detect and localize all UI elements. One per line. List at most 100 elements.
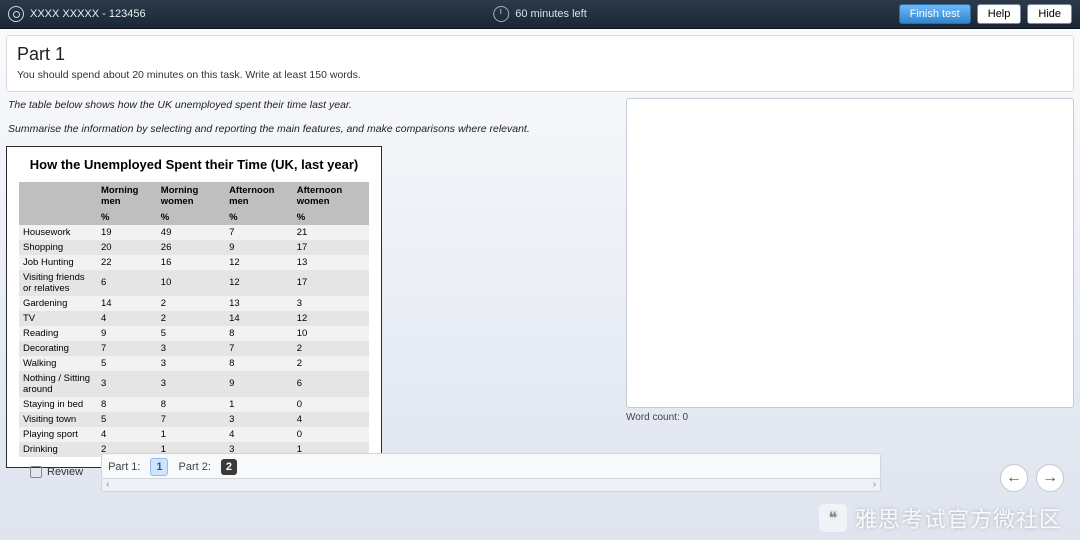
nav-part1-label: Part 1: [108,461,140,473]
value-cell: 1 [157,427,225,442]
nav-question-1[interactable]: 1 [150,458,168,476]
table-row: Housework1949721 [19,225,369,240]
table-row: Job Hunting22161213 [19,255,369,270]
user-icon [8,6,24,22]
table-row: Gardening142133 [19,296,369,311]
watermark-text: 雅思考试官方微社区 [855,502,1062,534]
value-cell: 7 [225,225,293,240]
value-cell: 16 [157,255,225,270]
value-cell: 5 [97,356,157,371]
value-cell: 7 [97,341,157,356]
instruction-panel: Part 1 You should spend about 20 minutes… [6,35,1074,92]
scroll-left-icon: ‹ [106,479,109,490]
value-cell: 9 [97,326,157,341]
col-header: Afternoon women [293,182,369,210]
answer-textarea[interactable] [626,98,1074,408]
value-cell: 20 [97,240,157,255]
page-arrows: ← → [1000,464,1064,492]
unit-header: % [225,210,293,225]
clock-icon [493,6,509,22]
value-cell: 0 [293,397,369,412]
activity-cell: Playing sport [19,427,97,442]
value-cell: 2 [157,296,225,311]
unit-header: % [293,210,369,225]
activity-cell: Job Hunting [19,255,97,270]
help-button[interactable]: Help [977,4,1022,24]
table-row: Walking5382 [19,356,369,371]
table-row: Reading95810 [19,326,369,341]
value-cell: 3 [157,341,225,356]
table-title: How the Unemployed Spent their Time (UK,… [19,157,369,172]
table-row: Visiting town5734 [19,412,369,427]
value-cell: 13 [293,255,369,270]
col-header [19,182,97,210]
value-cell: 5 [157,326,225,341]
value-cell: 4 [97,311,157,326]
value-cell: 8 [225,326,293,341]
value-cell: 2 [293,341,369,356]
data-table: Morning menMorning womenAfternoon menAft… [19,182,369,457]
value-cell: 3 [157,371,225,397]
prev-arrow-button[interactable]: ← [1000,464,1028,492]
content-area: The table below shows how the UK unemplo… [6,98,1074,468]
review-toggle[interactable]: Review [30,466,83,478]
value-cell: 19 [97,225,157,240]
value-cell: 10 [293,326,369,341]
word-count-value: 0 [683,412,689,423]
hide-button[interactable]: Hide [1027,4,1072,24]
finish-test-button[interactable]: Finish test [899,4,971,24]
activity-cell: Gardening [19,296,97,311]
table-row: Nothing / Sitting around3396 [19,371,369,397]
value-cell: 0 [293,427,369,442]
activity-cell: Visiting town [19,412,97,427]
nav-question-2[interactable]: 2 [221,459,237,475]
col-header: Afternoon men [225,182,293,210]
value-cell: 49 [157,225,225,240]
activity-cell: Reading [19,326,97,341]
table-row: Staying in bed8810 [19,397,369,412]
value-cell: 4 [97,427,157,442]
table-row: Decorating7372 [19,341,369,356]
activity-cell: Shopping [19,240,97,255]
col-header: Morning men [97,182,157,210]
user-label: XXXX XXXXX - 123456 [30,0,146,28]
watermark: ❝ 雅思考试官方微社区 [819,502,1062,534]
timer: 60 minutes left [493,6,587,22]
value-cell: 4 [293,412,369,427]
value-cell: 12 [225,270,293,296]
table-row: TV421412 [19,311,369,326]
next-arrow-button[interactable]: → [1036,464,1064,492]
scroll-right-icon: › [873,479,876,490]
value-cell: 9 [225,240,293,255]
value-cell: 6 [293,371,369,397]
value-cell: 26 [157,240,225,255]
part-instructions: You should spend about 20 minutes on thi… [17,69,1063,81]
unit-header: % [157,210,225,225]
value-cell: 13 [225,296,293,311]
timer-text: 60 minutes left [515,8,587,20]
checkbox-icon [30,466,42,478]
value-cell: 7 [157,412,225,427]
activity-cell: TV [19,311,97,326]
answer-column: Word count: 0 [626,98,1074,468]
nav-scrollbar[interactable]: ‹ › [101,479,881,492]
data-table-box: How the Unemployed Spent their Time (UK,… [6,146,382,468]
value-cell: 3 [293,296,369,311]
col-header: Morning women [157,182,225,210]
value-cell: 5 [97,412,157,427]
nav-part2-label: Part 2: [178,461,210,473]
value-cell: 2 [293,356,369,371]
value-cell: 1 [225,397,293,412]
value-cell: 10 [157,270,225,296]
value-cell: 3 [97,371,157,397]
value-cell: 17 [293,240,369,255]
value-cell: 8 [97,397,157,412]
question-navigator: Part 1: 1 Part 2: 2 ‹ › [101,453,881,492]
value-cell: 6 [97,270,157,296]
value-cell: 21 [293,225,369,240]
word-count: Word count: 0 [626,412,1074,423]
activity-cell: Staying in bed [19,397,97,412]
value-cell: 8 [157,397,225,412]
question-line-2: Summarise the information by selecting a… [8,122,616,138]
value-cell: 12 [225,255,293,270]
